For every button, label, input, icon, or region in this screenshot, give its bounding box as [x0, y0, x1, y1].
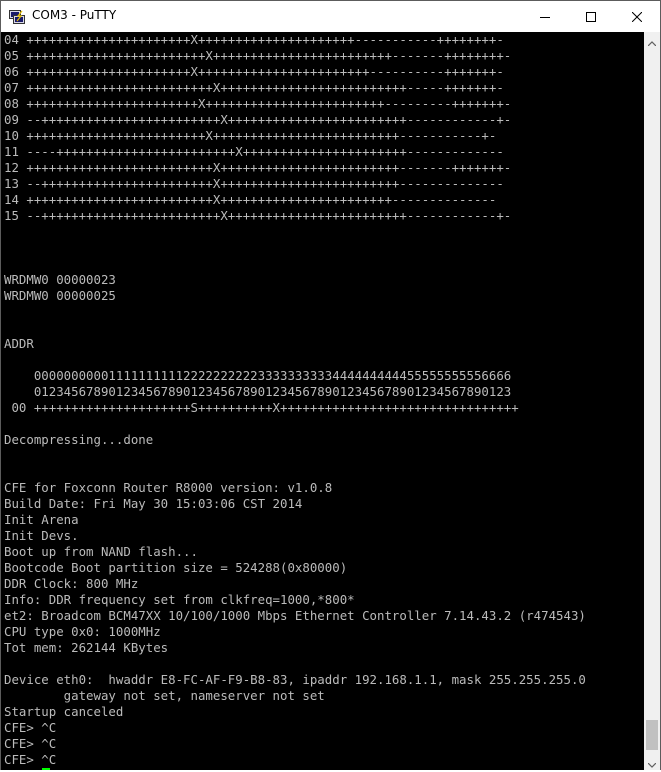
terminal-line: CPU type 0x0: 1000MHz — [4, 624, 161, 639]
scroll-up-icon — [647, 31, 657, 50]
terminal-line: Build Date: Fri May 30 15:03:06 CST 2014 — [4, 496, 303, 511]
minimize-icon — [540, 7, 550, 26]
scroll-down-icon — [647, 753, 657, 772]
terminal-line: 14 +++++++++++++++++++++++++X+++++++++++… — [4, 192, 497, 207]
terminal-line: Init Arena — [4, 512, 79, 527]
terminal-line: 0123456789012345678901234567890123456789… — [4, 384, 512, 399]
scroll-up-button[interactable] — [644, 32, 660, 48]
putty-window: COM3 - PuTTY 04 ++++++++++++++++++++++X+… — [0, 0, 661, 770]
maximize-button[interactable] — [568, 1, 614, 32]
terminal-line: 04 ++++++++++++++++++++++X++++++++++++++… — [4, 32, 504, 47]
terminal-line: Decompressing...done — [4, 432, 154, 447]
terminal-line: WRDMW0 00000023 — [4, 272, 116, 287]
putty-icon[interactable] — [9, 9, 25, 24]
terminal-line: 00 +++++++++++++++++++++S++++++++++X++++… — [4, 400, 519, 415]
terminal-line: 06 ++++++++++++++++++++++X++++++++++++++… — [4, 64, 504, 79]
terminal-line: CFE> ^C — [4, 752, 57, 767]
terminal-line: 11 ----++++++++++++++++++++++++X++++++++… — [4, 144, 504, 159]
scrollbar-track[interactable] — [644, 48, 660, 754]
terminal-line: 13 --+++++++++++++++++++++++X+++++++++++… — [4, 176, 504, 191]
terminal-line: 09 --++++++++++++++++++++++++X++++++++++… — [4, 112, 512, 127]
close-button[interactable] — [614, 1, 660, 32]
terminal-line: 07 +++++++++++++++++++++++++X+++++++++++… — [4, 80, 504, 95]
terminal-line: Device eth0: hwaddr E8-FC-AF-F9-B8-83, i… — [4, 672, 586, 687]
terminal-output: 04 ++++++++++++++++++++++X++++++++++++++… — [4, 32, 586, 770]
terminal-area[interactable]: 04 ++++++++++++++++++++++X++++++++++++++… — [1, 32, 644, 770]
terminal-line: WRDMW0 00000025 — [4, 288, 116, 303]
terminal-line: 05 ++++++++++++++++++++++++X++++++++++++… — [4, 48, 512, 63]
vertical-scrollbar[interactable] — [644, 32, 660, 770]
terminal-line: 10 ++++++++++++++++++++++++X++++++++++++… — [4, 128, 497, 143]
terminal-line: CFE> ^C — [4, 720, 57, 735]
window-title: COM3 - PuTTY — [32, 8, 117, 22]
terminal-line: Tot mem: 262144 KBytes — [4, 640, 169, 655]
scroll-down-button[interactable] — [644, 754, 660, 770]
scrollbar-thumb[interactable] — [646, 720, 658, 750]
terminal-line: gateway not set, nameserver not set — [4, 688, 325, 703]
terminal-line: DDR Clock: 800 MHz — [4, 576, 139, 591]
terminal-line: Startup canceled — [4, 704, 124, 719]
terminal-line: CFE> ^C — [4, 736, 57, 751]
terminal-line: 15 --++++++++++++++++++++++++X++++++++++… — [4, 208, 512, 223]
terminal-line: 0000000000111111111122222222223333333333… — [4, 368, 512, 383]
terminal-line: Bootcode Boot partition size = 524288(0x… — [4, 560, 348, 575]
maximize-icon — [586, 7, 596, 26]
terminal-line: ADDR — [4, 336, 34, 351]
close-icon — [631, 7, 643, 26]
terminal-line: 12 +++++++++++++++++++++++++X+++++++++++… — [4, 160, 512, 175]
terminal-line: 08 +++++++++++++++++++++++X+++++++++++++… — [4, 96, 512, 111]
terminal-line: CFE for Foxconn Router R8000 version: v1… — [4, 480, 333, 495]
terminal-line: Boot up from NAND flash... — [4, 544, 198, 559]
terminal-line: Info: DDR frequency set from clkfreq=100… — [4, 592, 355, 607]
terminal-line: et2: Broadcom BCM47XX 10/100/1000 Mbps E… — [4, 608, 586, 623]
minimize-button[interactable] — [522, 1, 568, 32]
title-bar[interactable]: COM3 - PuTTY — [1, 1, 660, 32]
terminal-line: Init Devs. — [4, 528, 79, 543]
